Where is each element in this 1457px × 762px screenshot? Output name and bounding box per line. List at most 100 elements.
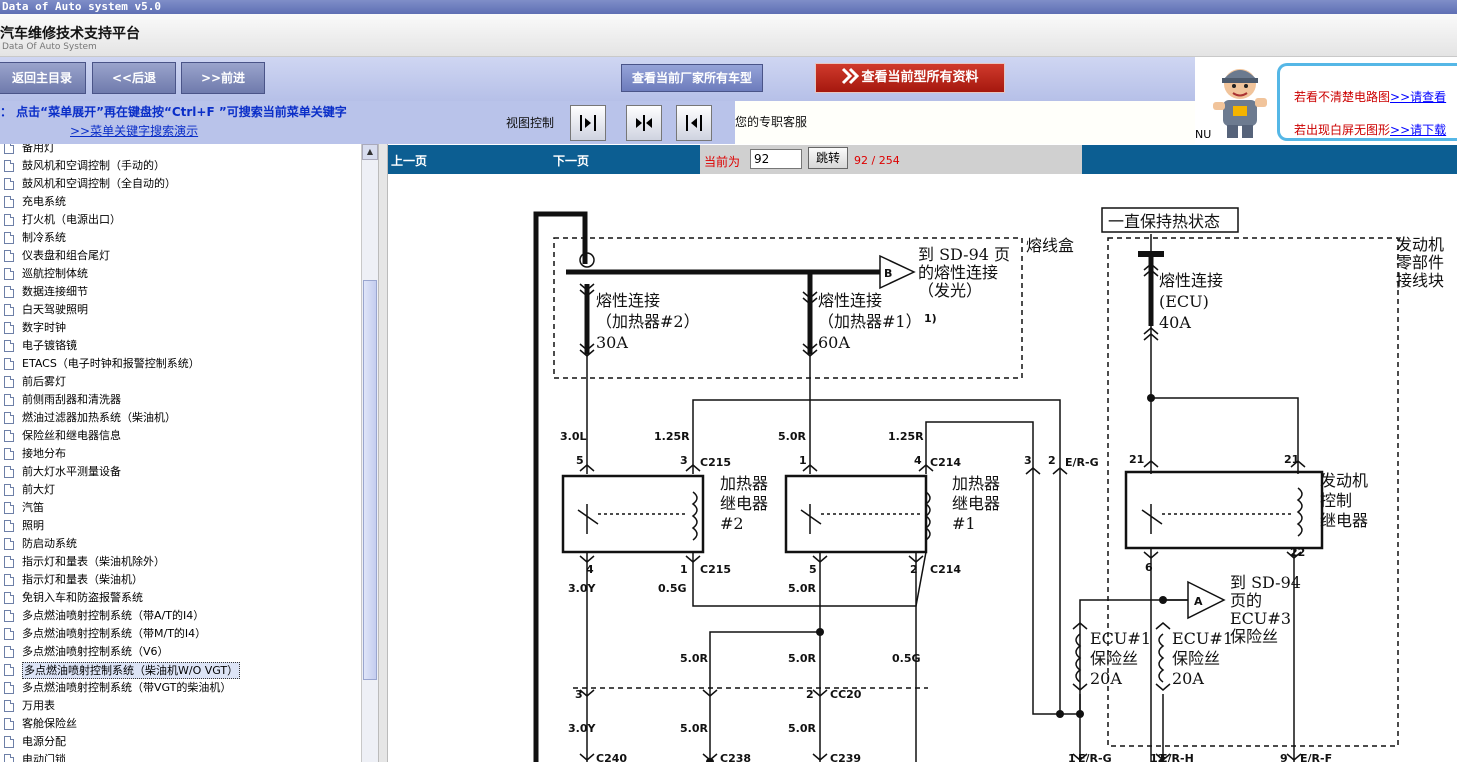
tree-item[interactable]: 打火机（电源出口） <box>0 211 361 229</box>
fusible-link-heater1-label: 60A <box>818 333 850 352</box>
tree-item[interactable]: 汽笛 <box>0 499 361 517</box>
ecu1-fuse-a-label: 保险丝 <box>1090 649 1138 668</box>
sd94-a-label: 保险丝 <box>1230 627 1278 646</box>
connector-id-label: C240 <box>596 752 627 762</box>
connector-id-label: C239 <box>830 752 861 762</box>
tree-item[interactable]: 电动门锁 <box>0 751 361 762</box>
tree-item[interactable]: 仪表盘和组合尾灯 <box>0 247 361 265</box>
tree-item[interactable]: 备用灯 <box>0 144 361 157</box>
fusible-link-ecu-label: 40A <box>1159 313 1191 332</box>
tree-item[interactable]: 万用表 <box>0 697 361 715</box>
search-demo-link[interactable]: >>菜单关键字搜索演示 <box>70 122 198 139</box>
tree-item-label: 前侧雨刮器和清洗器 <box>22 393 121 406</box>
double-chevron-icon <box>841 67 861 85</box>
tree-item[interactable]: 制冷系统 <box>0 229 361 247</box>
scroll-thumb[interactable] <box>363 280 377 680</box>
tree-item[interactable]: 多点燃油喷射控制系统（带A/T的I4） <box>0 607 361 625</box>
view-all-models-button[interactable]: 查看当前厂家所有车型 <box>621 64 763 92</box>
tree-item-label: 多点燃油喷射控制系统（带VGT的柴油机） <box>22 681 232 694</box>
forward-button[interactable]: >>前进 <box>181 62 265 94</box>
document-icon <box>4 394 14 406</box>
pin-number-label: 1 <box>799 454 807 467</box>
tree-item[interactable]: 防启动系统 <box>0 535 361 553</box>
tree-item[interactable]: 多点燃油喷射控制系统（V6） <box>0 643 361 661</box>
tree-item[interactable]: 多点燃油喷射控制系统（带VGT的柴油机） <box>0 679 361 697</box>
banner-title: 汽车维修技术支持平台 <box>0 26 140 42</box>
tree-item[interactable]: 接地分布 <box>0 445 361 463</box>
tree-item[interactable]: 充电系统 <box>0 193 361 211</box>
scroll-up-icon[interactable]: ▲ <box>362 144 378 160</box>
document-icon <box>4 754 14 762</box>
arrow-right-bar-icon <box>580 115 596 131</box>
tree-item[interactable]: 指示灯和量表（柴油机） <box>0 571 361 589</box>
tree-item-label: 电子镀铬镜 <box>22 339 77 352</box>
view-all-data-button[interactable]: 查看当前型所有资料 <box>815 63 1005 93</box>
tree-item-label: 接地分布 <box>22 447 66 460</box>
pane-divider[interactable] <box>378 144 388 762</box>
tree-item[interactable]: 数据连接细节 <box>0 283 361 301</box>
tree-item[interactable]: 白天驾驶照明 <box>0 301 361 319</box>
wire-color-label: 3.0L <box>560 430 587 443</box>
menu-tree: 备用灯 鼓风机和空调控制（手动的） 鼓风机和空调控制（全自动的） 充电系统打火机（电源… <box>0 144 361 762</box>
sd94-a-label: 到 SD-94 <box>1230 573 1301 592</box>
tree-item[interactable]: 免钥入车和防盗报警系统 <box>0 589 361 607</box>
tree-item[interactable]: 多点燃油喷射控制系统（带M/T的I4） <box>0 625 361 643</box>
tree-item[interactable]: 燃油过滤器加热系统（柴油机） <box>0 409 361 427</box>
tree-item-label: 多点燃油喷射控制系统（V6） <box>22 645 169 658</box>
jump-button[interactable]: 跳转 <box>808 147 848 169</box>
tree-item[interactable]: 多点燃油喷射控制系统（柴油机W/O VGT） <box>0 661 361 679</box>
tree-item[interactable]: 电源分配 <box>0 733 361 751</box>
heater-relay1-label: #1 <box>952 514 976 533</box>
view-split-button[interactable] <box>626 105 662 141</box>
sd94-b-label: （发光） <box>918 281 982 300</box>
fusible-link-heater2-label: 熔性连接 <box>596 291 660 310</box>
tree-item[interactable]: 巡航控制体统 <box>0 265 361 283</box>
ecu1-fuse-a-label: ECU#1 <box>1090 629 1151 648</box>
pin-number-label: 6 <box>1145 561 1153 574</box>
document-icon <box>4 538 14 550</box>
tree-item[interactable]: 鼓风机和空调控制（手动的） <box>0 157 361 175</box>
view-control-label: 视图控制 <box>506 116 555 130</box>
promo-line1-link[interactable]: >>请查看 <box>1390 90 1446 104</box>
tree-item[interactable]: 数字时钟 <box>0 319 361 337</box>
prev-page-link[interactable]: 上一页 <box>391 152 427 169</box>
heater-relay2-label: 继电器 <box>720 494 768 513</box>
pin-number-label: 2 <box>1048 454 1056 467</box>
engine-control-relay-label: 发动机 <box>1320 471 1368 490</box>
tree-item[interactable]: 指示灯和量表（柴油机除外） <box>0 553 361 571</box>
tree-scrollbar[interactable]: ▲ <box>361 144 378 762</box>
next-page-link[interactable]: 下一页 <box>553 152 589 169</box>
tree-item[interactable]: 前后雾灯 <box>0 373 361 391</box>
tree-item-label: 打火机（电源出口） <box>22 213 121 226</box>
tree-item[interactable]: 照明 <box>0 517 361 535</box>
view-expand-left-button[interactable] <box>676 105 712 141</box>
tree-item[interactable]: 前侧雨刮器和清洗器 <box>0 391 361 409</box>
wire-color-label: 5.0R <box>680 652 708 665</box>
page-number-input[interactable] <box>750 149 802 169</box>
tree-item[interactable]: 鼓风机和空调控制（全自动的） <box>0 175 361 193</box>
promo-line2-link[interactable]: >>请下载 <box>1390 123 1446 137</box>
fuse-box-label: 熔线盒 <box>1026 236 1074 255</box>
page-count: 92 / 254 <box>854 154 900 167</box>
tree-item[interactable]: 保险丝和继电器信息 <box>0 427 361 445</box>
connector-id-label: E/R-G <box>1078 752 1112 762</box>
tree-item[interactable]: ETACS（电子时钟和报警控制系统） <box>0 355 361 373</box>
tree-item[interactable]: 前大灯 <box>0 481 361 499</box>
heater-relay1-label: 加热器 <box>952 474 1000 493</box>
pin-number-label: 5 <box>576 454 584 467</box>
tree-item[interactable]: 客舱保险丝 <box>0 715 361 733</box>
pin-number-label: 2 <box>910 563 918 576</box>
tree-item[interactable]: 前大灯水平测量设备 <box>0 463 361 481</box>
document-icon <box>4 592 14 604</box>
document-icon <box>4 430 14 442</box>
wire-color-label: 0.5G <box>658 582 687 595</box>
view-all-data-label: 查看当前型所有资料 <box>861 70 979 85</box>
back-button[interactable]: <<后退 <box>92 62 176 94</box>
connector-id-label: C214 <box>930 563 961 576</box>
home-button[interactable]: 返回主目录 <box>0 62 86 94</box>
mechanic-mascot-icon <box>1213 69 1267 138</box>
tree-item[interactable]: 电子镀铬镜 <box>0 337 361 355</box>
view-expand-right-button[interactable] <box>570 105 606 141</box>
pin-number-label: 5 <box>809 563 817 576</box>
promo-line2-text: 若出现白屏无图形 <box>1294 123 1391 137</box>
